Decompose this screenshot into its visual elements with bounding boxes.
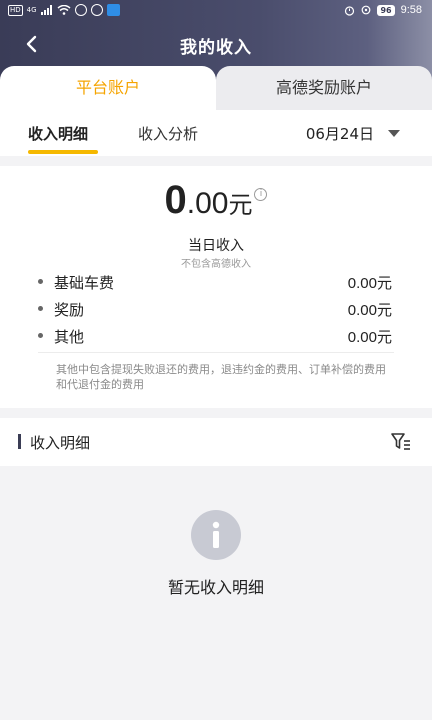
- daily-income-label: 当日收入: [188, 238, 244, 254]
- network-type: 4G: [26, 6, 37, 14]
- row-value: 0.00元: [347, 302, 392, 319]
- row-value: 0.00元: [347, 329, 392, 346]
- row-value: 0.00元: [347, 275, 392, 292]
- clock: 9:58: [400, 4, 422, 16]
- row-label: 奖励: [54, 301, 85, 319]
- income-row-base-fare: 基础车费 0.00元: [38, 270, 392, 294]
- section-accent-bar: [18, 434, 21, 449]
- tab-gaode-reward-account[interactable]: 高德奖励账户: [216, 66, 432, 110]
- bullet-icon: [38, 306, 43, 311]
- amount-unit: 元: [228, 191, 253, 219]
- bullet-icon: [38, 279, 43, 284]
- wifi-icon: [57, 5, 71, 15]
- account-tabs: 高德奖励账户 平台账户: [0, 66, 432, 110]
- alarm-icon: [345, 5, 355, 16]
- empty-state-text: 暂无收入明细: [167, 578, 264, 597]
- section-title: 收入明细: [30, 434, 91, 452]
- income-row-other: 其他 0.00元: [38, 324, 392, 348]
- info-icon[interactable]: i: [254, 188, 268, 201]
- tab-platform-account[interactable]: 平台账户: [0, 66, 216, 110]
- caret-down-icon: [388, 130, 400, 137]
- info-icon: [191, 510, 241, 560]
- income-summary-card: 0.00元 i 当日收入 不包含高德收入 基础车费 0.00元 奖励 0.00元 …: [0, 166, 432, 408]
- hd-badge: HD: [8, 4, 23, 16]
- page-title: 我的收入: [180, 38, 252, 58]
- income-row-reward: 奖励 0.00元: [38, 297, 392, 321]
- amount-integer: 0: [164, 178, 187, 222]
- date-label: 06月24日: [305, 125, 374, 143]
- tab-income-detail[interactable]: 收入明细: [28, 123, 88, 144]
- divider: [38, 352, 394, 353]
- active-tab-indicator: [28, 150, 98, 154]
- date-picker[interactable]: 06月24日: [306, 123, 400, 144]
- filter-icon: [391, 433, 410, 450]
- status-bar: HD 4G 96 9:58: [0, 0, 432, 22]
- app-notification-icon: [74, 4, 87, 16]
- amount-decimal: .00: [186, 187, 229, 220]
- daily-income-sublabel: 不包含高德收入: [181, 259, 251, 270]
- sub-tab-bar: 收入明细 收入分析 06月24日: [0, 110, 432, 156]
- empty-state: 暂无收入明细: [0, 466, 432, 720]
- tab-income-analysis[interactable]: 收入分析: [138, 123, 198, 144]
- app-notification-icon: [106, 4, 120, 16]
- filter-button[interactable]: [390, 431, 412, 453]
- row-label: 其他: [54, 328, 85, 346]
- signal-icon: [40, 5, 52, 15]
- row-label: 基础车费: [54, 274, 115, 292]
- other-income-note: 其他中包含提现失败退还的费用，退违约金的费用、订单补偿的费用和代退付金的费用: [56, 363, 386, 391]
- app-notification-icon: [90, 4, 103, 16]
- battery-indicator: 96: [377, 4, 395, 16]
- location-icon: [362, 5, 371, 14]
- daily-income-amount: 0.00元 i: [0, 178, 432, 223]
- bullet-icon: [38, 333, 43, 338]
- income-detail-section-header: 收入明细: [0, 418, 432, 466]
